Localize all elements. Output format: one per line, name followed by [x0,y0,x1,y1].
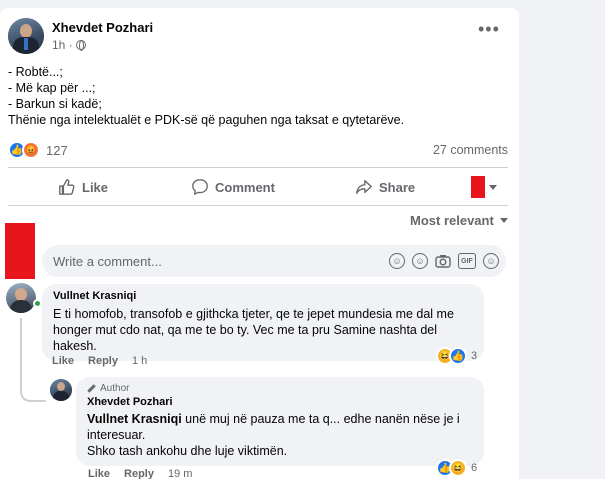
author-badge: Author [87,383,473,394]
comment-button[interactable]: Comment [191,178,275,196]
commenter-avatar[interactable] [6,283,36,313]
reply-author-avatar[interactable] [50,379,72,401]
reply-reactions[interactable]: 👍 😆 6 [436,459,477,477]
author-name[interactable]: Xhevdet Pozhari [52,20,153,35]
comment-reactions[interactable]: 😆 👍 3 [436,347,477,365]
comment-author[interactable]: Vullnet Krasniqi [53,290,473,302]
comment-input[interactable]: Write a comment... [53,254,389,269]
reply-time[interactable]: 19 m [168,468,192,479]
divider [8,167,508,168]
comment-line: E ti homofob, transofob e gjithcka tjete… [53,307,454,321]
gif-icon[interactable]: GIF [458,253,476,269]
redacted-avatar [471,176,485,198]
like-button[interactable]: Like [58,178,108,196]
comment-time[interactable]: 1 h [132,355,147,367]
reply-line-text: unë muj në pauza me ta q... edhe nanën n… [181,412,460,426]
share-button[interactable]: Share [355,178,415,196]
comment-line: hakesh. [53,339,97,353]
divider [8,205,508,206]
avatar-sticker-icon[interactable]: ☺ [389,253,405,269]
reply-reaction-count: 6 [471,462,478,474]
comment-line: honger mut cdo nat, qa me te bo ty. Vec … [53,323,438,337]
post-meta: 1h · [52,38,153,52]
author-block: Xhevdet Pozhari 1h · [52,18,153,52]
comment-meta: Like Reply 1 h [52,355,147,367]
author-badge-label: Author [100,383,130,394]
angry-reaction-icon: 😡 [22,141,40,159]
reply-line: Shko tash ankohu dhe luje viktimën. [87,444,288,458]
reaction-summary[interactable]: 👍 😡 127 [8,141,68,159]
post-line: - Më kap për ...; [8,81,96,95]
comment-composer[interactable]: Write a comment... ☺ ☺ GIF ☺ [42,245,506,277]
reply-text: Vullnet Krasniqi unë muj në pauza me ta … [87,411,473,459]
post-line: - Barkun si kadë; [8,97,102,111]
post-line: Thënie nga intelektualët e PDK-së që pag… [8,113,405,127]
thumbs-up-icon [59,179,75,195]
comment-bubble: Vullnet Krasniqi E ti homofob, transofob… [42,284,484,361]
comment-label: Comment [215,179,275,195]
more-options-icon[interactable]: ••• [478,20,500,38]
reply-reply-button[interactable]: Reply [124,468,154,479]
audience-selector[interactable] [471,176,497,198]
comment-like-button[interactable]: Like [52,355,74,367]
post-actions: Like Comment Share [8,173,508,201]
post-line: - Robtë...; [8,65,63,79]
comment [6,283,36,313]
reaction-count[interactable]: 127 [46,143,68,158]
post-time[interactable]: 1h · [52,38,73,52]
reply-line: Vullnet Krasniqi unë muj në pauza me ta … [87,411,473,427]
sticker-icon[interactable]: ☺ [483,253,499,269]
post-body: - Robtë...; - Më kap për ...; - Barkun s… [8,64,404,128]
reply-line: interesuar. [87,428,146,442]
globe-icon [75,40,86,51]
redacted-user-avatar [5,223,35,279]
comments-count[interactable]: 27 comments [433,143,508,157]
sort-label: Most relevant [410,213,494,228]
comment-reply-button[interactable]: Reply [88,355,118,367]
reply-like-button[interactable]: Like [88,468,110,479]
emoji-icon[interactable]: ☺ [412,253,428,269]
mention-link[interactable]: Vullnet Krasniqi [87,412,182,426]
haha-reaction-icon: 😆 [449,459,467,477]
like-label: Like [82,179,109,195]
chevron-down-icon [499,218,508,223]
like-reaction-icon: 👍 [449,347,467,365]
reply-meta: Like Reply 19 m [88,468,192,479]
reactions-row: 👍 😡 127 27 comments [8,141,508,159]
comment-icon [192,179,208,195]
reply-thread-line [20,318,46,402]
author-avatar[interactable] [8,18,44,54]
reply-bubble: Author Xhevdet Pozhari Vullnet Krasniqi … [76,377,484,466]
online-status-badge [33,299,42,308]
composer-icons: ☺ ☺ GIF ☺ [389,253,506,269]
comment-reaction-count: 3 [471,350,478,362]
pen-icon [87,384,96,393]
camera-icon[interactable] [435,253,451,269]
chevron-down-icon [489,184,497,190]
share-label: Share [379,179,416,195]
post-card: Xhevdet Pozhari 1h · ••• - Robtë...; - M… [0,8,519,479]
comment-text: E ti homofob, transofob e gjithcka tjete… [53,306,473,354]
reply-comment [50,379,72,401]
post-header: Xhevdet Pozhari 1h · [8,18,153,54]
reply-author[interactable]: Xhevdet Pozhari [87,396,473,408]
comment-sort-dropdown[interactable]: Most relevant [410,213,508,228]
share-icon [356,180,372,194]
